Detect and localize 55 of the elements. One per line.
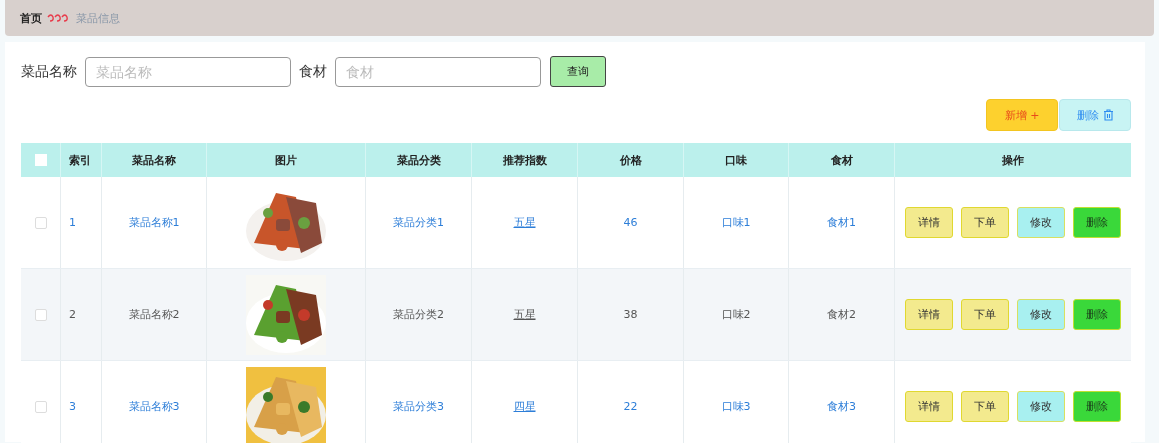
edit-button[interactable]: 修改 [1017,299,1065,330]
table-cell: 菜品分类2 [393,307,444,322]
table-cell: 四星 [513,399,536,414]
column-header: 价格 [619,152,642,168]
table-cell: 五星 [513,307,536,322]
table-cell: 2 [69,308,76,321]
row-checkbox[interactable] [34,216,47,229]
table-cell: 菜品名称1 [128,215,180,230]
column-header: 口味 [725,152,747,168]
table-cell: 3 [69,400,76,413]
detail-button[interactable]: 详情 [905,391,953,422]
table-cell: 22 [623,400,638,413]
field-label: 食材 [299,62,327,81]
table-cell: 口味2 [721,307,751,322]
table-cell: 菜品名称3 [128,399,180,414]
table-cell: 口味1 [721,215,751,230]
column-header: 推荐指数 [502,152,547,168]
trash-icon [1102,109,1114,121]
table-cell: 菜品名称2 [128,307,180,322]
detail-button[interactable]: 详情 [905,299,953,330]
field-label: 菜品名称 [21,62,77,81]
detail-button[interactable]: 详情 [905,207,953,238]
table-cell: 口味3 [721,399,751,414]
delete-button[interactable]: 删除 [1073,207,1121,238]
column-header: 菜品名称 [132,152,176,168]
column-header: 菜品分类 [396,152,441,168]
search-button[interactable]: 查询 [550,56,606,87]
table-cell: 五星 [513,215,536,230]
order-button[interactable]: 下单 [961,391,1009,422]
select-all-checkbox[interactable] [34,154,47,166]
column-header: 操作 [1002,152,1024,168]
breadcrumb-home[interactable]: 首页 [20,10,42,26]
table-cell: 食材1 [827,215,856,230]
order-button[interactable]: 下单 [961,207,1009,238]
order-button[interactable]: 下单 [961,299,1009,330]
column-header: 图片 [275,152,297,168]
table-cell: 46 [623,216,638,229]
search-field[interactable]: 食材 [335,56,541,87]
edit-button[interactable]: 修改 [1017,207,1065,238]
table-cell: 菜品分类1 [393,215,444,230]
delete-button[interactable]: 删除 [1073,391,1121,422]
table-cell: 菜品分类3 [393,399,444,414]
column-header: 食材 [830,152,853,168]
table-cell: 食材3 [827,399,856,414]
column-header: 索引 [69,152,91,168]
search-field[interactable]: 菜品名称 [85,56,291,87]
edit-button[interactable]: 修改 [1017,391,1065,422]
squiggle-separator-icon [47,13,71,23]
table-cell: 食材2 [827,307,856,322]
table-cell: 1 [69,216,76,229]
row-checkbox[interactable] [34,308,47,321]
breadcrumb-current: 菜品信息 [76,10,120,26]
row-checkbox[interactable] [34,400,47,413]
delete-button[interactable]: 删除 [1073,299,1121,330]
table-cell: 38 [623,308,638,321]
